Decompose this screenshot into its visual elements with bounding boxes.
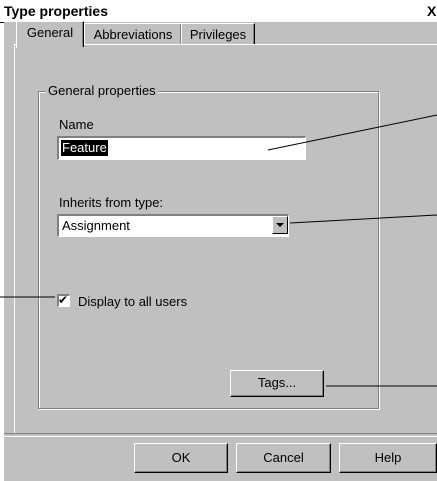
tab-label: General	[26, 25, 74, 40]
tab-label: Privileges	[189, 27, 247, 42]
name-value: Feature	[61, 140, 108, 156]
cancel-button[interactable]: Cancel	[236, 443, 331, 473]
inherits-label: Inherits from type:	[59, 195, 164, 210]
display-label: Display to all users	[78, 294, 188, 309]
inherits-value: Assignment	[62, 218, 130, 233]
group-title: General properties	[46, 83, 158, 98]
chevron-down-icon[interactable]	[272, 216, 288, 234]
window-title: Type properties	[4, 3, 108, 19]
tags-button[interactable]: Tags...	[230, 370, 324, 397]
display-checkbox[interactable]: ✔	[57, 293, 70, 307]
ok-button[interactable]: OK	[134, 443, 228, 473]
tab-privileges[interactable]: Privileges	[181, 23, 255, 46]
footer-separator	[4, 433, 437, 437]
check-icon: ✔	[58, 293, 69, 307]
name-field[interactable]: Feature	[57, 136, 306, 160]
title-bar: Type properties X	[0, 0, 437, 23]
name-label: Name	[59, 117, 94, 132]
tab-panel-general: General properties Name Feature Inherits…	[14, 44, 437, 433]
tab-label: Abbreviations	[93, 27, 173, 42]
tab-abbreviations[interactable]: Abbreviations	[84, 23, 182, 46]
inherits-select[interactable]: Assignment	[57, 214, 289, 237]
help-button[interactable]: Help	[339, 443, 437, 473]
type-properties-dialog: Type properties X General Abbreviations …	[0, 0, 437, 481]
tab-general[interactable]: General	[16, 21, 84, 49]
close-icon[interactable]: X	[427, 3, 437, 19]
